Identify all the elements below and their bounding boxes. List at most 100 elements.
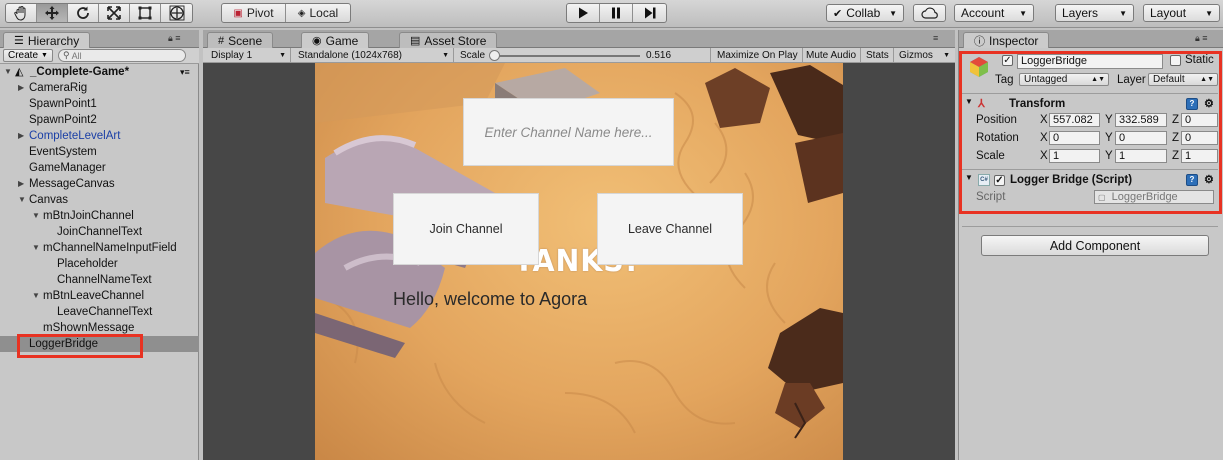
rect-tool-icon[interactable] (130, 4, 161, 22)
maximize-on-play-toggle[interactable]: Maximize On Play (713, 48, 803, 63)
hierarchy-item-label: SpawnPoint2 (29, 114, 97, 126)
lock-icon[interactable]: 🔒︎ ≡ (168, 33, 181, 44)
tab-game-label: Game (325, 33, 359, 48)
scene-name: _Complete-Game* (30, 66, 130, 78)
collab-dropdown[interactable]: ✔ Collab ▼ (826, 4, 904, 22)
hierarchy-item[interactable]: Placeholder (0, 256, 199, 272)
scene-menu-icon[interactable]: ▾≡ (180, 64, 190, 80)
chevron-down-icon: ▼ (943, 52, 950, 59)
tab-inspector-label: Inspector (989, 33, 1039, 48)
collapse-triangle-icon[interactable]: ▶ (18, 128, 24, 144)
highlight-annotation-inspector (959, 51, 1222, 214)
move-tool-icon[interactable] (37, 4, 68, 22)
hierarchy-item-label: mChannelNameInputField (43, 242, 177, 254)
hierarchy-tabbar: ☰ Hierarchy 🔒︎ ≡ (0, 30, 199, 48)
tab-scene[interactable]: # Scene (207, 32, 274, 48)
expand-triangle-icon[interactable]: ▼ (32, 288, 40, 304)
pivot-button[interactable]: ▣ Pivot (222, 4, 286, 22)
main-toolbar: ▣ Pivot ◈ Local ✔ Collab ▼ Account ▼ Lay… (0, 0, 1223, 28)
stats-toggle[interactable]: Stats (862, 48, 894, 63)
inspector-panel: ⓘ Inspector 🔒︎ ≡ ✓ LoggerBridge Static T… (958, 30, 1223, 460)
scale-slider-track[interactable] (492, 55, 640, 57)
maximize-label: Maximize On Play (717, 50, 798, 61)
hierarchy-item[interactable]: EventSystem (0, 144, 199, 160)
add-component-button[interactable]: Add Component (981, 235, 1209, 256)
gamepad-icon: ◉ (312, 35, 322, 47)
hierarchy-item-label: mBtnJoinChannel (43, 210, 134, 222)
hierarchy-item-label: mBtnLeaveChannel (43, 290, 145, 302)
hierarchy-item[interactable]: JoinChannelText (0, 224, 199, 240)
unity-scene-icon: ◭ (15, 66, 24, 78)
lock-icon[interactable]: 🔒︎ ≡ (1195, 33, 1208, 44)
join-channel-button[interactable]: Join Channel (393, 193, 539, 265)
grid-icon: # (218, 34, 225, 47)
hierarchy-item[interactable]: GameManager (0, 160, 199, 176)
hierarchy-item[interactable]: ▼ mChannelNameInputField (0, 240, 199, 256)
hierarchy-item[interactable]: ▶ CameraRig (0, 80, 199, 96)
hierarchy-item[interactable]: SpawnPoint1 (0, 96, 199, 112)
chevron-down-icon: ▼ (1119, 8, 1127, 18)
hierarchy-item[interactable]: ChannelNameText (0, 272, 199, 288)
pause-button[interactable] (600, 4, 633, 22)
hierarchy-search-input[interactable]: ⚲ All (58, 49, 186, 62)
expand-triangle-icon[interactable]: ▼ (32, 240, 40, 256)
hierarchy-item[interactable]: ▼ mBtnJoinChannel (0, 208, 199, 224)
expand-triangle-icon[interactable]: ▼ (32, 208, 40, 224)
layers-label: Layers (1062, 6, 1099, 20)
mute-audio-toggle[interactable]: Mute Audio (802, 48, 862, 63)
expand-triangle-icon[interactable]: ▼ (4, 64, 12, 80)
hierarchy-item[interactable]: ▶ MessageCanvas (0, 176, 199, 192)
step-button[interactable] (633, 4, 666, 22)
hierarchy-item-label: Placeholder (57, 258, 118, 270)
resolution-dropdown[interactable]: Standalone (1024x768) ▼ (294, 48, 454, 63)
collapse-triangle-icon[interactable]: ▶ (18, 80, 24, 96)
mute-label: Mute Audio (806, 50, 857, 61)
scale-tool-icon[interactable] (99, 4, 130, 22)
hierarchy-item-label: CameraRig (29, 82, 88, 94)
rotate-tool-icon[interactable] (68, 4, 99, 22)
hierarchy-item[interactable]: LeaveChannelText (0, 304, 199, 320)
gizmos-label: Gizmos (899, 50, 933, 61)
channel-name-placeholder: Enter Channel Name here... (484, 124, 653, 140)
create-button[interactable]: Create ▼ (3, 49, 53, 62)
hierarchy-item[interactable]: SpawnPoint2 (0, 112, 199, 128)
hierarchy-toolbar: Create ▼ ⚲ All (0, 48, 199, 64)
chevron-down-icon: ▼ (1019, 8, 1027, 18)
chevron-down-icon: ▼ (442, 52, 449, 59)
gizmos-dropdown[interactable]: Gizmos ▼ (895, 48, 953, 63)
leave-channel-button[interactable]: Leave Channel (597, 193, 743, 265)
hierarchy-item[interactable]: ▼ Canvas (0, 192, 199, 208)
transform-tool-icon[interactable] (161, 4, 192, 22)
create-label: Create (8, 50, 39, 61)
local-button[interactable]: ◈ Local (286, 4, 350, 22)
play-button[interactable] (567, 4, 600, 22)
panel-menu-icon[interactable]: ≡ (933, 33, 938, 43)
playback-controls (566, 3, 667, 23)
tab-asset-store[interactable]: ▤ Asset Store (399, 32, 498, 48)
hierarchy-item-prefab[interactable]: ▶ CompleteLevelArt (0, 128, 199, 144)
channel-name-input[interactable]: Enter Channel Name here... (463, 98, 674, 166)
chevron-down-icon: ▼ (889, 8, 897, 18)
tab-hierarchy[interactable]: ☰ Hierarchy (3, 32, 91, 48)
display-dropdown[interactable]: Display 1 ▼ (207, 48, 291, 63)
step-icon (644, 7, 655, 19)
hierarchy-item-label: ChannelNameText (57, 274, 152, 286)
expand-triangle-icon[interactable]: ▼ (18, 192, 26, 208)
local-icon: ◈ (297, 7, 306, 19)
collapse-triangle-icon[interactable]: ▶ (18, 176, 24, 192)
tab-asset-store-label: Asset Store (424, 33, 487, 48)
account-dropdown[interactable]: Account ▼ (954, 4, 1034, 22)
hierarchy-item-label: GameManager (29, 162, 106, 174)
info-icon: ⓘ (974, 35, 985, 48)
scale-label: Scale (460, 50, 486, 61)
scale-slider-handle[interactable] (489, 50, 500, 61)
search-placeholder: All (71, 50, 82, 61)
hierarchy-item[interactable]: ▼ mBtnLeaveChannel (0, 288, 199, 304)
tab-game[interactable]: ◉ Game (301, 32, 370, 48)
layout-dropdown[interactable]: Layout ▼ (1143, 4, 1220, 22)
hand-tool-icon[interactable] (6, 4, 37, 22)
tab-inspector[interactable]: ⓘ Inspector (963, 32, 1050, 48)
scene-row[interactable]: ▼ ◭ _Complete-Game* ▾≡ (0, 64, 199, 80)
cloud-button[interactable] (913, 4, 946, 22)
layers-dropdown[interactable]: Layers ▼ (1055, 4, 1134, 22)
